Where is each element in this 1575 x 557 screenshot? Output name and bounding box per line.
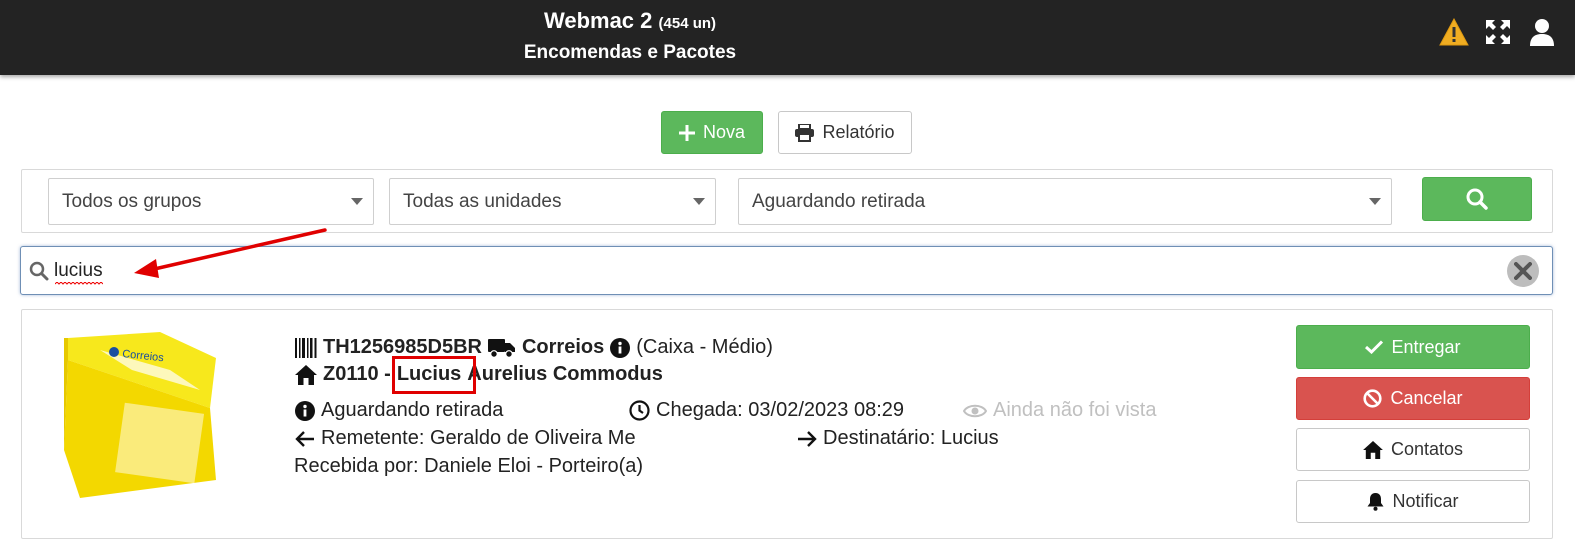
cancel-button[interactable]: Cancelar xyxy=(1296,377,1530,420)
report-button-label: Relatório xyxy=(822,122,895,142)
package-status: Aguardando retirada xyxy=(321,399,504,421)
spellcheck-underline xyxy=(55,282,103,285)
clear-search-button[interactable] xyxy=(1507,255,1539,287)
app-title: Webmac 2 (454 un) xyxy=(0,6,1260,39)
groups-select[interactable]: Todos os grupos xyxy=(48,178,374,225)
units-select[interactable]: Todas as unidades xyxy=(389,178,716,225)
new-button-label: Nova xyxy=(702,122,746,142)
barcode-icon xyxy=(295,337,317,358)
home-icon xyxy=(1363,440,1383,459)
viewed-status: Ainda não foi vista xyxy=(993,399,1157,421)
received-by-line: Recebida por: Daniele Eloi - Porteiro(a) xyxy=(294,455,643,478)
top-bar: Webmac 2 (454 un) Encomendas e Pacotes xyxy=(0,0,1575,75)
eye-icon xyxy=(963,404,987,417)
info-icon xyxy=(610,337,631,358)
ban-icon xyxy=(1363,389,1383,408)
status-select-value: Aguardando retirada xyxy=(752,190,926,212)
user-icon[interactable] xyxy=(1527,16,1557,48)
sender-line: Remetente: Geraldo de Oliveira Me xyxy=(295,427,636,450)
arrival-line: Chegada: 03/02/2023 08:29 xyxy=(629,399,904,422)
sender: Remetente: Geraldo de Oliveira Me xyxy=(321,427,636,449)
groups-select-value: Todos os grupos xyxy=(62,190,202,212)
highlight-box xyxy=(392,356,476,394)
app-name: Webmac 2 xyxy=(543,8,653,33)
resident-name-rest: Aurelius Commodus xyxy=(467,363,663,385)
deliver-button-label: Entregar xyxy=(1391,336,1461,357)
expand-icon[interactable] xyxy=(1483,16,1513,48)
arrow-right-icon xyxy=(798,430,817,447)
new-button[interactable]: Nova xyxy=(661,111,763,154)
cancel-button-label: Cancelar xyxy=(1390,388,1463,408)
printer-icon xyxy=(795,123,815,142)
page-title: Encomendas e Pacotes xyxy=(523,42,737,63)
package-status-line: Aguardando retirada xyxy=(295,399,503,422)
received-by: Recebida por: Daniele Eloi - Porteiro(a) xyxy=(294,455,644,477)
recipient-line: Destinatário: Lucius xyxy=(797,427,999,450)
header-icons xyxy=(1439,16,1557,48)
info-icon xyxy=(295,400,315,421)
truck-icon xyxy=(487,338,515,358)
contacts-button-label: Contatos xyxy=(1390,439,1464,459)
contacts-button[interactable]: Contatos xyxy=(1296,428,1530,471)
app-count: (454 un) xyxy=(658,15,717,32)
check-icon xyxy=(1365,340,1384,354)
arrow-left-icon xyxy=(295,430,314,447)
plus-icon xyxy=(678,124,695,141)
deliver-button[interactable]: Entregar xyxy=(1296,325,1530,369)
viewed-status-line: Ainda não foi vista xyxy=(963,399,1156,422)
package-size: (Caixa - Médio) xyxy=(636,336,773,358)
search-icon xyxy=(29,261,49,281)
chevron-down-icon xyxy=(1369,198,1381,205)
annotation-arrow xyxy=(134,228,327,278)
arrival-date: Chegada: 03/02/2023 08:29 xyxy=(656,399,904,421)
unit-code: Z0110 - xyxy=(323,363,391,385)
warning-icon[interactable] xyxy=(1439,16,1469,48)
status-select[interactable]: Aguardando retirada xyxy=(738,178,1392,225)
notify-button-label: Notificar xyxy=(1392,491,1459,511)
search-icon xyxy=(1466,188,1488,210)
notify-button[interactable]: Notificar xyxy=(1296,480,1530,523)
package-image: Correios xyxy=(64,332,216,498)
close-icon xyxy=(1514,262,1532,280)
units-select-value: Todas as unidades xyxy=(403,190,562,212)
search-button[interactable] xyxy=(1422,177,1532,221)
package-line-2: Z0110 - Lucius Aurelius Commodus xyxy=(295,363,663,386)
chevron-down-icon xyxy=(351,198,363,205)
carrier-name: Correios xyxy=(521,336,605,358)
package-line-1: TH1256985D5BR Correios (Caixa - Médio) xyxy=(295,336,773,359)
header-titles: Webmac 2 (454 un) Encomendas e Pacotes xyxy=(0,6,1260,67)
chevron-down-icon xyxy=(693,198,705,205)
home-icon xyxy=(295,364,317,385)
bell-icon xyxy=(1367,493,1384,511)
clock-icon xyxy=(629,400,650,421)
report-button[interactable]: Relatório xyxy=(778,111,912,154)
recipient: Destinatário: Lucius xyxy=(823,427,999,449)
